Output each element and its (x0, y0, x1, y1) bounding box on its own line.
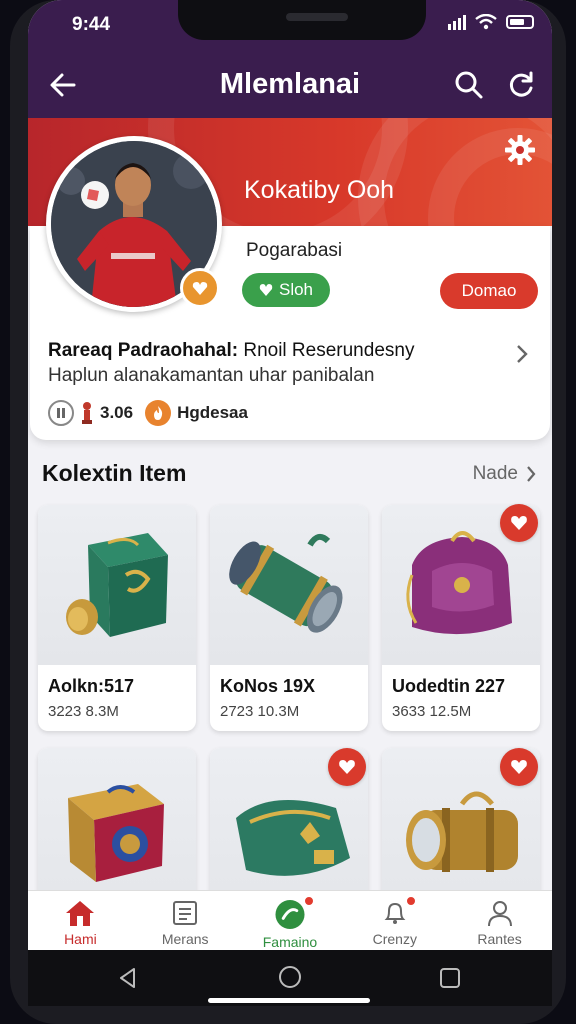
tab-label: Famaino (262, 934, 318, 950)
green-box-illustration (66, 533, 168, 637)
recents-square-icon[interactable] (438, 966, 462, 990)
home-icon (66, 901, 95, 926)
item-image (38, 748, 196, 908)
user-icon (487, 901, 512, 927)
follow-button[interactable]: Sloh (242, 273, 330, 307)
tab-menu[interactable]: Merans (133, 891, 238, 950)
camera-notch (178, 0, 426, 40)
item-image (210, 505, 368, 665)
tab-label: Rantes (477, 931, 522, 947)
tab-label: Crenzy (372, 931, 417, 947)
profile-description: Rareaq Padraohahal: Rnoil Reserundesny (48, 340, 414, 362)
signal-icon (448, 14, 466, 30)
favorite-heart-icon[interactable] (500, 504, 538, 542)
home-indicator[interactable] (208, 998, 370, 1003)
item-meta: 3223 8.3M (48, 703, 119, 720)
trophy-icon (82, 402, 92, 424)
heart-icon (259, 284, 273, 296)
pause-icon (48, 400, 74, 426)
tab-label: Hami (64, 931, 97, 947)
item-meta: 2723 10.3M (220, 703, 300, 720)
description-heading: Rareaq Padraohahal: (48, 340, 239, 361)
profile-stats: 3.06 Hgdesaa (48, 400, 248, 426)
system-navigation-bar (28, 950, 552, 1006)
item-label: Aolkn:517 (48, 676, 135, 696)
avatar[interactable] (46, 136, 222, 312)
view-more-link[interactable]: Nade (473, 463, 536, 485)
chat-icon (275, 899, 305, 930)
refresh-icon[interactable] (506, 70, 536, 100)
item-label: KoNos 19X (220, 676, 316, 696)
document-icon (173, 901, 198, 925)
fire-icon (145, 400, 172, 426)
app-header: Mlemlanai (28, 50, 552, 118)
profile-name: Kokatiby Ooh (244, 176, 395, 204)
app-screen: 9:44 Mlemlanai Kokatiby Ooh Pogarabasi S… (28, 0, 552, 950)
gear-icon[interactable] (504, 134, 536, 166)
follow-label: Sloh (278, 280, 314, 299)
tab-home[interactable]: Hami (28, 891, 133, 950)
green-cylinder-illustration (229, 533, 343, 633)
profile-subtitle: Pogarabasi (246, 240, 343, 261)
status-icons (448, 14, 534, 30)
verified-badge-icon (180, 268, 220, 308)
tab-notifications[interactable]: Crenzy (342, 891, 447, 950)
favorite-heart-icon[interactable] (500, 748, 538, 786)
donate-button[interactable]: Domao (440, 273, 538, 309)
status-time: 9:44 (72, 14, 111, 35)
section-title: Kolextin Item (42, 460, 187, 486)
bottom-tab-bar: Hami Merans Famaino Crenzy Rantes (28, 890, 552, 950)
battery-icon (506, 15, 534, 29)
collection-item[interactable]: KoNos 19X 2723 10.3M (210, 505, 368, 731)
wifi-icon (475, 14, 497, 30)
chevron-right-icon (527, 466, 536, 482)
favorite-heart-icon[interactable] (328, 748, 366, 786)
tab-profile[interactable]: Rantes (447, 891, 552, 950)
search-icon[interactable] (454, 70, 484, 100)
back-triangle-icon[interactable] (116, 966, 140, 990)
home-circle-icon[interactable] (278, 965, 302, 989)
notification-dot (302, 895, 315, 907)
item-image (38, 505, 196, 665)
tab-label: Merans (161, 931, 209, 947)
collection-item[interactable]: Aolkn:517 3223 8.3M (38, 505, 196, 731)
chevron-right-icon[interactable] (514, 342, 530, 366)
tab-center[interactable]: Famaino (238, 891, 343, 950)
view-more-label: Nade (472, 463, 518, 484)
item-label: Uodedtin 227 (392, 676, 506, 696)
notification-dot (405, 895, 418, 907)
profile-description-line2: Haplun alanakamantan uhar panibalan (48, 365, 375, 386)
description-text: Rnoil Reserundesny (238, 340, 415, 361)
stat-count: 3.06 (100, 403, 134, 422)
item-meta: 3633 12.5M (392, 703, 472, 720)
stat-label: Hgdesaa (177, 403, 248, 422)
gold-box-illustration (68, 784, 164, 882)
